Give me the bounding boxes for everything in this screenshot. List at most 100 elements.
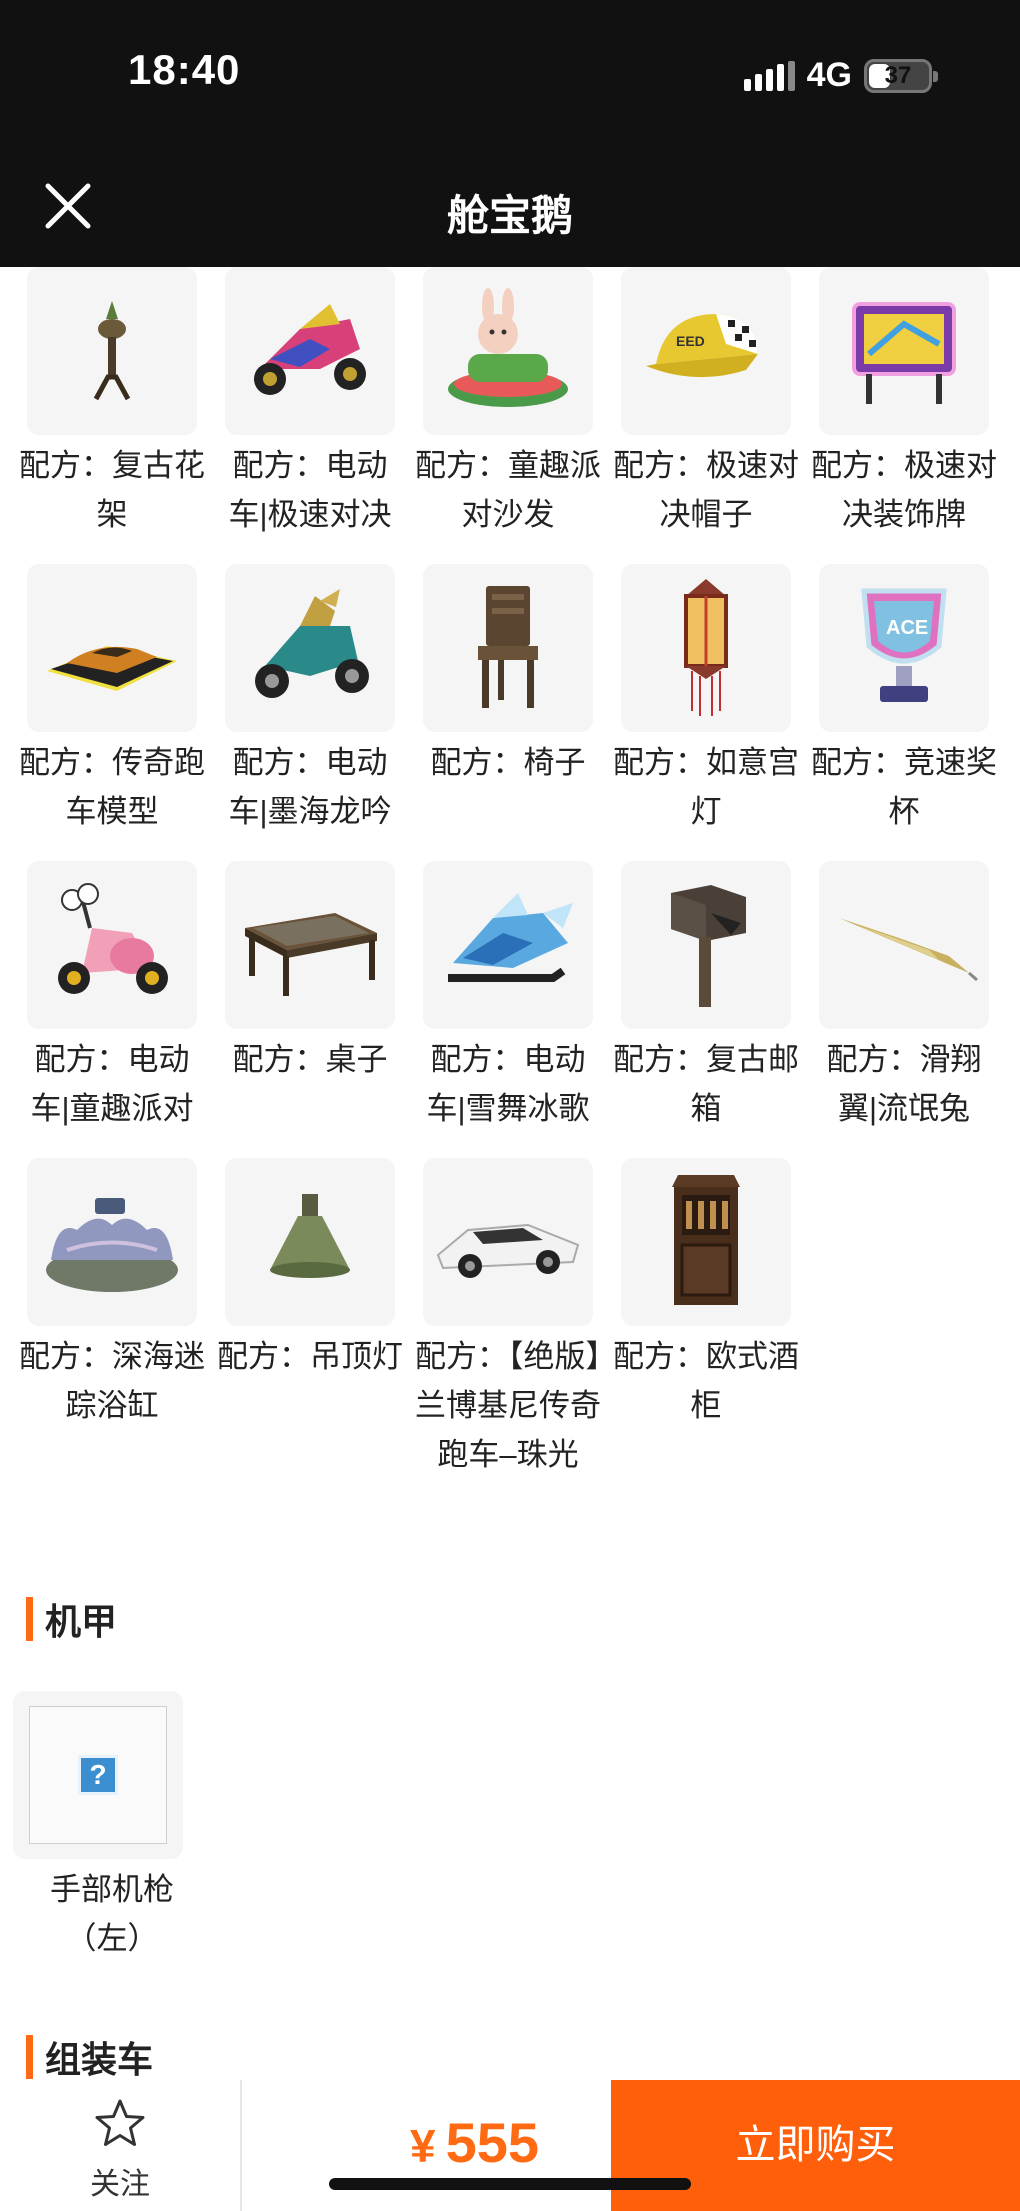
- recipe-item-racing-trophy[interactable]: ACE 配方：竞速奖杯: [805, 564, 1003, 836]
- speed-cap-icon: EED: [636, 294, 776, 409]
- follow-button[interactable]: 关注: [0, 2080, 242, 2211]
- item-thumbnail: [423, 564, 593, 732]
- item-label: 手部机枪（左）: [50, 1872, 174, 1956]
- item-label: 配方：电动车|雪舞冰歌: [426, 1042, 590, 1126]
- item-thumbnail: [27, 1158, 197, 1326]
- item-thumbnail: [621, 564, 791, 732]
- item-thumbnail: ?: [13, 1691, 183, 1859]
- item-label: 配方：如意宫灯: [613, 745, 799, 829]
- signal-icon: [743, 60, 795, 91]
- page-title: 舱宝鹅: [446, 192, 573, 239]
- item-label: 配方：深海迷踪浴缸: [19, 1339, 205, 1423]
- glider-icon: [829, 898, 979, 993]
- recipe-item-ice-scooter[interactable]: 配方：电动车|雪舞冰歌: [409, 861, 607, 1133]
- item-thumbnail: [621, 861, 791, 1029]
- item-label: 配方：竞速奖杯: [811, 745, 997, 829]
- recipe-item-vintage-flower-stand[interactable]: 配方：复古花架: [13, 267, 211, 539]
- item-thumbnail: [225, 267, 395, 435]
- item-thumbnail: [819, 267, 989, 435]
- item-thumbnail: [27, 861, 197, 1029]
- section-header-mecha: 机甲: [26, 1593, 117, 1645]
- party-sofa-icon: [438, 284, 578, 419]
- status-time: 18:40: [128, 46, 241, 93]
- recipe-item-speed-sign[interactable]: 配方：极速对决装饰牌: [805, 267, 1003, 539]
- battery-level: 37: [884, 61, 912, 89]
- item-thumbnail: [423, 1158, 593, 1326]
- recipe-item-speed-cap[interactable]: EED 配方：极速对决帽子: [607, 267, 805, 539]
- item-label: 配方：童趣派对沙发: [415, 448, 601, 532]
- item-thumbnail: [27, 267, 197, 435]
- item-thumbnail: EED: [621, 267, 791, 435]
- recipe-item-palace-lantern[interactable]: 配方：如意宫灯: [607, 564, 805, 836]
- svg-text:EED: EED: [676, 333, 705, 349]
- item-label: 配方：电动车|童趣派对: [30, 1042, 194, 1126]
- status-bar: 18:40 4G 37: [0, 0, 1020, 150]
- lamborghini-car-icon: [428, 1190, 588, 1295]
- vintage-flower-stand-icon: [62, 289, 162, 414]
- mecha-item-hand-gun[interactable]: ? 手部机枪（左）: [13, 1691, 211, 1963]
- recipe-item-vintage-mailbox[interactable]: 配方：复古邮箱: [607, 861, 805, 1133]
- bottom-action-bar: 关注 ¥555 立即购买: [0, 2080, 1020, 2211]
- buy-now-button[interactable]: 立即购买: [611, 2080, 1020, 2211]
- recipe-item-wooden-chair[interactable]: 配方：椅子: [409, 564, 607, 787]
- racing-trophy-icon: ACE: [844, 576, 964, 721]
- recipe-item-dragon-scooter[interactable]: 配方：电动车|墨海龙吟: [211, 564, 409, 836]
- shell-bathtub-icon: [37, 1180, 187, 1305]
- item-label: 配方：电动车|墨海龙吟: [228, 745, 392, 829]
- network-type: 4G: [806, 56, 852, 94]
- item-thumbnail: [819, 861, 989, 1029]
- price-display: ¥555: [410, 2110, 539, 2175]
- recipe-item-shell-bathtub[interactable]: 配方：深海迷踪浴缸: [13, 1158, 211, 1430]
- star-icon: [95, 2099, 145, 2146]
- speed-sign-icon: [834, 284, 974, 419]
- wooden-chair-icon: [458, 576, 558, 721]
- item-thumbnail: [423, 267, 593, 435]
- svg-text:ACE: ACE: [886, 617, 928, 639]
- status-indicators: 4G 37: [743, 56, 938, 95]
- follow-label: 关注: [90, 2168, 150, 2201]
- item-label: 配方：复古邮箱: [613, 1042, 799, 1126]
- recipe-item-speed-duel-scooter[interactable]: 配方：电动车|极速对决: [211, 267, 409, 539]
- nav-bar: 舱宝鹅: [0, 150, 1020, 267]
- recipe-item-wine-cabinet[interactable]: 配方：欧式酒柜: [607, 1158, 805, 1430]
- recipe-item-party-scooter[interactable]: 配方：电动车|童趣派对: [13, 861, 211, 1133]
- ceiling-lamp-icon: [250, 1180, 370, 1305]
- wine-cabinet-icon: [656, 1165, 756, 1320]
- item-thumbnail: [225, 1158, 395, 1326]
- image-placeholder: ?: [29, 1706, 167, 1844]
- item-label: 配方：吊顶灯: [217, 1339, 403, 1374]
- ice-scooter-icon: [433, 883, 583, 1008]
- party-scooter-icon: [42, 878, 182, 1013]
- item-thumbnail: [27, 564, 197, 732]
- item-label: 配方：复古花架: [19, 448, 205, 532]
- item-thumbnail: [225, 861, 395, 1029]
- table-icon: [235, 888, 385, 1003]
- palace-lantern-icon: [656, 571, 756, 726]
- item-label: 配方：滑翔翼|流氓兔: [826, 1042, 982, 1126]
- item-thumbnail: [423, 861, 593, 1029]
- item-label: 配方：电动车|极速对决: [228, 448, 392, 532]
- item-thumbnail: [621, 1158, 791, 1326]
- recipe-item-table[interactable]: 配方：桌子: [211, 861, 409, 1084]
- speed-duel-scooter-icon: [240, 289, 380, 414]
- item-label: 配方：【绝版】兰博基尼传奇跑车–珠光: [415, 1339, 601, 1472]
- item-thumbnail: ACE: [819, 564, 989, 732]
- recipe-item-glider[interactable]: 配方：滑翔翼|流氓兔: [805, 861, 1003, 1133]
- section-title-assembly: 组装车: [45, 2039, 154, 2080]
- recipe-item-ceiling-lamp[interactable]: 配方：吊顶灯: [211, 1158, 409, 1381]
- sports-car-model-icon: [37, 591, 187, 706]
- item-label: 配方：极速对决帽子: [613, 448, 799, 532]
- question-icon: ?: [78, 1755, 118, 1795]
- vintage-mailbox-icon: [651, 873, 761, 1018]
- battery-icon: 37: [864, 58, 938, 93]
- item-thumbnail: [225, 564, 395, 732]
- recipe-item-lamborghini-car[interactable]: 配方：【绝版】兰博基尼传奇跑车–珠光: [409, 1158, 607, 1479]
- price-amount: 555: [445, 2111, 540, 2174]
- recipe-item-sports-car-model[interactable]: 配方：传奇跑车模型: [13, 564, 211, 836]
- recipe-item-party-sofa[interactable]: 配方：童趣派对沙发: [409, 267, 607, 539]
- item-label: 配方：欧式酒柜: [613, 1339, 799, 1423]
- section-header-assembly: 组装车: [26, 2031, 153, 2083]
- item-label: 配方：椅子: [430, 745, 586, 780]
- home-indicator: [329, 2178, 691, 2190]
- item-label: 配方：桌子: [232, 1042, 388, 1077]
